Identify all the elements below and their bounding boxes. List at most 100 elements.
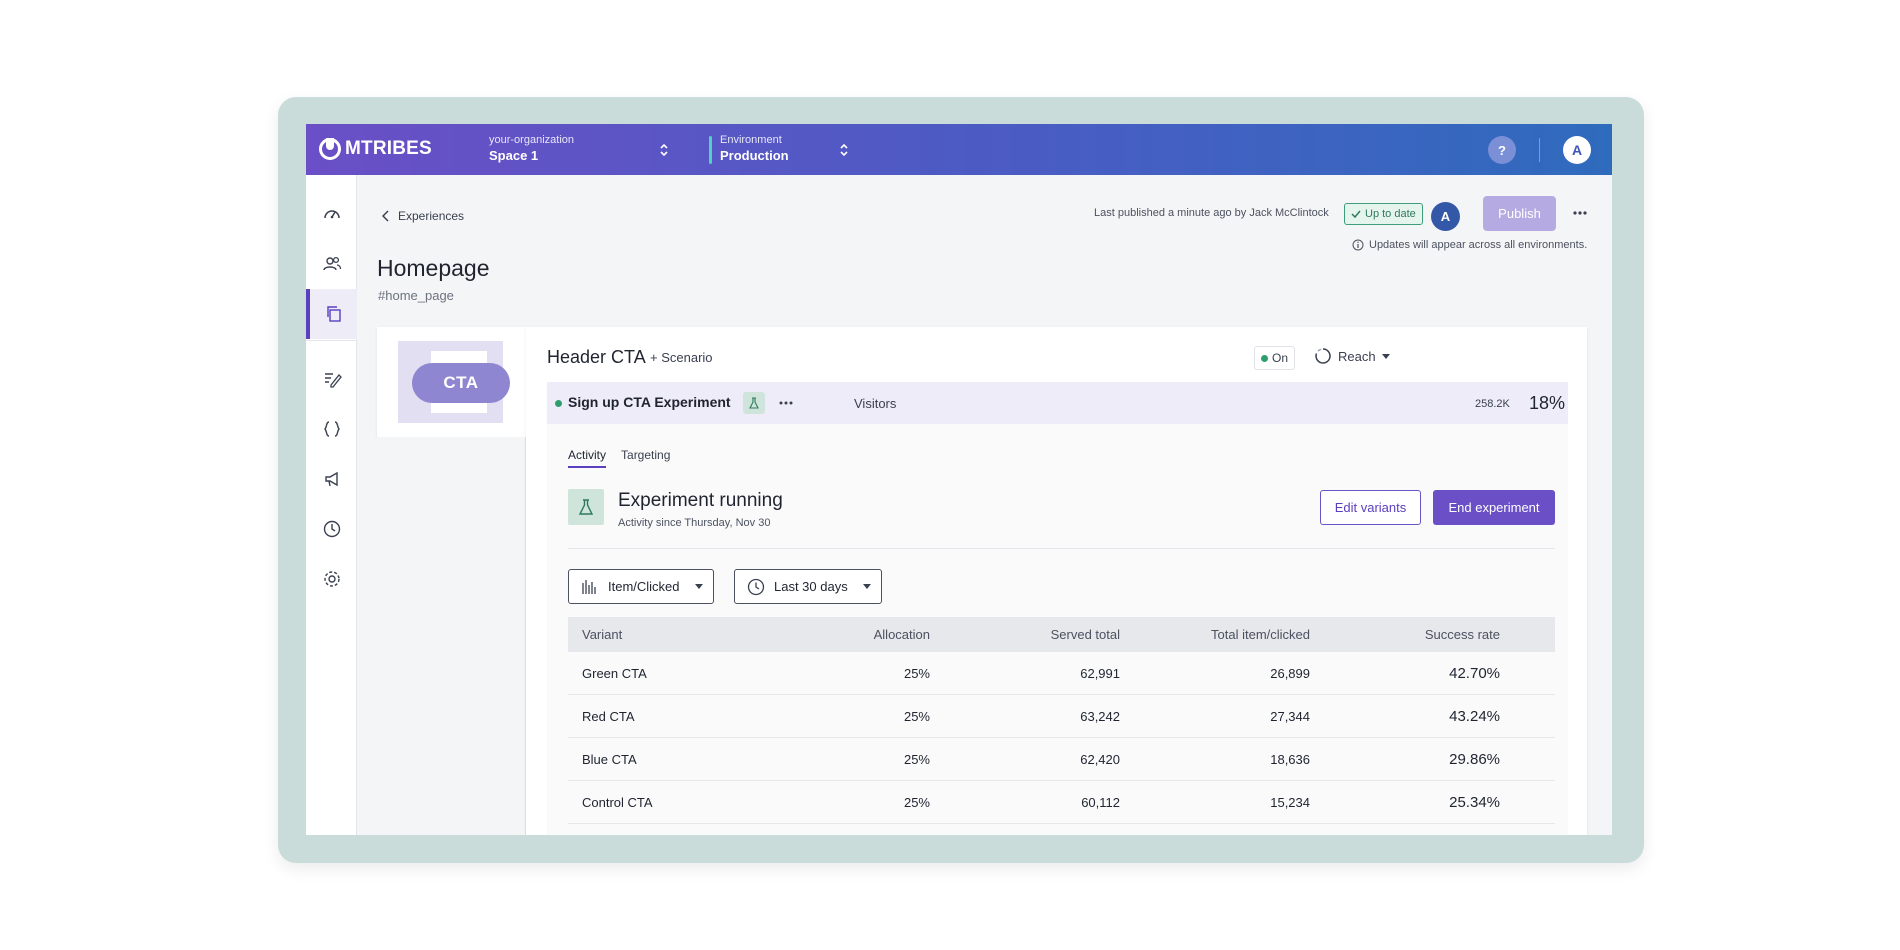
- sidebar-item-settings[interactable]: [306, 554, 357, 604]
- column-header[interactable]: Allocation: [772, 627, 930, 642]
- reach-icon: [1315, 348, 1331, 364]
- sidebar-item-announcements[interactable]: [306, 454, 357, 504]
- end-experiment-button[interactable]: End experiment: [1433, 490, 1555, 525]
- edit-variants-button[interactable]: Edit variants: [1320, 490, 1421, 525]
- more-icon[interactable]: [1568, 201, 1592, 225]
- logo[interactable]: MTRIBES: [319, 138, 432, 160]
- users-icon: [322, 256, 341, 271]
- metric-select[interactable]: Item/Clicked: [568, 569, 714, 604]
- back-link-label: Experiences: [398, 209, 465, 223]
- caret-down-icon: [862, 584, 871, 589]
- caret-down-icon: [1381, 353, 1390, 359]
- page-title: Homepage: [377, 255, 490, 281]
- more-icon[interactable]: [775, 392, 797, 414]
- allocation-cell: 25%: [903, 751, 930, 767]
- success-rate-cell: 29.86%: [1449, 750, 1500, 768]
- sidebar: [306, 175, 357, 835]
- help-button[interactable]: ?: [1488, 136, 1516, 164]
- logo-text: MTRIBES: [345, 138, 432, 159]
- clicked-cell: 26,899: [1270, 665, 1310, 681]
- bar-chart-icon: [582, 579, 596, 594]
- served-cell: 62,991: [1080, 665, 1120, 681]
- column-header[interactable]: Variant: [568, 627, 772, 642]
- variant-cell: Control CTA: [582, 794, 653, 810]
- experiment-name: Sign up CTA Experiment: [568, 394, 731, 410]
- top-bar: MTRIBES your-organization Space 1 Enviro…: [306, 124, 1612, 175]
- table-row[interactable]: Green CTA 25% 62,991 26,899 42.70%: [568, 652, 1555, 695]
- variant-cell: Blue CTA: [582, 751, 637, 767]
- copy-icon: [326, 306, 341, 322]
- app-window: MTRIBES your-organization Space 1 Enviro…: [306, 124, 1612, 835]
- add-scenario-button[interactable]: + Scenario: [650, 350, 713, 365]
- sidebar-divider: [306, 340, 357, 341]
- chevron-updown-icon[interactable]: [659, 142, 669, 158]
- column-header[interactable]: Total item/clicked: [1120, 627, 1310, 642]
- column-header[interactable]: Success rate: [1310, 627, 1500, 642]
- updates-note-text: Updates will appear across all environme…: [1369, 239, 1588, 251]
- success-rate-cell: 43.24%: [1449, 707, 1500, 725]
- environment-picker[interactable]: Environment Production: [720, 134, 789, 163]
- thumbnail-cta-pill: CTA: [412, 363, 510, 403]
- experiment-status-title: Experiment running: [618, 490, 783, 511]
- last-published-text: Last published a minute ago by Jack McCl…: [1094, 207, 1329, 219]
- braces-icon: [323, 421, 340, 437]
- check-icon: [1351, 210, 1361, 219]
- on-label: On: [1272, 351, 1289, 365]
- sidebar-item-dashboard[interactable]: [306, 189, 357, 239]
- served-cell: 63,242: [1080, 708, 1120, 724]
- caret-down-icon: [694, 584, 703, 589]
- on-status-badge[interactable]: On: [1254, 346, 1296, 370]
- sidebar-item-experiences[interactable]: [306, 289, 357, 339]
- on-dot-icon: [1261, 354, 1268, 362]
- environment-label: Environment: [720, 134, 782, 146]
- sidebar-item-audiences[interactable]: [306, 239, 357, 289]
- tab-activity[interactable]: Activity: [568, 448, 607, 468]
- table-header: Variant Allocation Served total Total it…: [568, 617, 1555, 652]
- column-header[interactable]: Served total: [930, 627, 1120, 642]
- sidebar-item-history[interactable]: [306, 504, 357, 554]
- panel-tabs: Activity Targeting: [568, 448, 670, 468]
- experiment-status-dot: [555, 400, 562, 407]
- page-slug: #home_page: [378, 288, 454, 303]
- table-row[interactable]: Control CTA 25% 60,112 15,234 25.34%: [568, 781, 1555, 824]
- thumbnail-column: [377, 437, 526, 835]
- experience-title: Header CTA: [547, 347, 646, 367]
- publish-button[interactable]: Publish: [1483, 196, 1556, 231]
- clicked-cell: 15,234: [1270, 794, 1310, 810]
- table-row[interactable]: Blue CTA 25% 62,420 18,636 29.86%: [568, 738, 1555, 781]
- experiment-row[interactable]: Sign up CTA Experiment Visitors 258.2K 1…: [547, 382, 1568, 424]
- updates-note: Updates will appear across all environme…: [1352, 239, 1587, 251]
- org-label: your-organization: [489, 134, 574, 146]
- table-row[interactable]: Red CTA 25% 63,242 27,344 43.24%: [568, 695, 1555, 738]
- experiment-status-subtitle: Activity since Thursday, Nov 30: [618, 517, 771, 529]
- clicked-cell: 27,344: [1270, 708, 1310, 724]
- reach-label: Reach: [1338, 348, 1376, 364]
- back-link[interactable]: Experiences: [382, 209, 464, 223]
- info-icon: [1352, 239, 1364, 251]
- variant-cell: Green CTA: [582, 665, 647, 681]
- clock-icon: [323, 520, 340, 538]
- chevron-updown-icon[interactable]: [839, 142, 849, 158]
- publisher-avatar: A: [1431, 202, 1460, 231]
- served-cell: 60,112: [1081, 794, 1120, 810]
- sidebar-item-code[interactable]: [306, 404, 357, 454]
- date-range-value: Last 30 days: [774, 579, 848, 594]
- date-range-select[interactable]: Last 30 days: [734, 569, 882, 604]
- clicked-cell: 18,636: [1270, 751, 1310, 767]
- edit-icon: [324, 373, 342, 388]
- allocation-cell: 25%: [903, 794, 930, 810]
- status-badge: Up to date: [1344, 203, 1423, 225]
- reach-dropdown[interactable]: Reach: [1314, 347, 1390, 365]
- user-avatar[interactable]: A: [1563, 136, 1591, 164]
- chevron-left-icon: [382, 210, 389, 222]
- metric-select-value: Item/Clicked: [608, 579, 680, 594]
- flask-icon: [743, 392, 765, 414]
- thumbnail-preview: CTA: [398, 341, 510, 423]
- experience-thumbnail[interactable]: CTA: [377, 327, 526, 437]
- flask-icon: [568, 489, 604, 525]
- tab-targeting[interactable]: Targeting: [621, 448, 670, 468]
- sidebar-item-content[interactable]: [306, 354, 357, 404]
- divider: [568, 548, 1555, 549]
- organization-space-picker[interactable]: your-organization Space 1: [489, 134, 574, 163]
- clock-icon: [747, 578, 765, 595]
